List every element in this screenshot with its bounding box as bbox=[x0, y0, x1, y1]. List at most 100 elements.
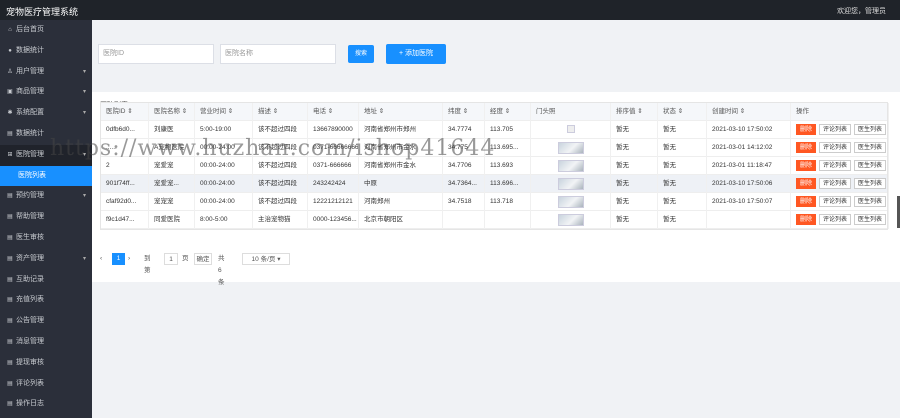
doctor-list-button[interactable]: 医生列表 bbox=[854, 214, 887, 225]
notice-icon: ▤ bbox=[7, 318, 13, 325]
table-row[interactable]: 901f74ff... 宠爱宠... 00:00-24:00 该不超过四段 243242… bbox=[101, 175, 889, 193]
sidebar-item-15[interactable]: ▤ 消息管理 bbox=[0, 332, 92, 353]
watermark: https://www.huzhan.com/ishop41644 bbox=[50, 136, 496, 161]
sidebar-item-0[interactable]: ⌂ 后台首页 bbox=[0, 20, 92, 41]
table-cell: 暂无 bbox=[658, 139, 707, 157]
confirm-page-button[interactable]: 确定 bbox=[194, 253, 212, 265]
page-size-select[interactable]: 10 条/页 ▾ bbox=[242, 253, 290, 265]
table-row[interactable]: f9c1d47... 同爱医院 8:00-5:00 主治宠物猫 0000-123456.… bbox=[101, 211, 889, 229]
table-cell: 243242424 bbox=[308, 175, 359, 193]
sidebar-item-label: 提现审核 bbox=[16, 358, 44, 366]
storefront-thumbnail[interactable] bbox=[566, 125, 575, 133]
storefront-thumbnail[interactable] bbox=[557, 142, 584, 154]
withdraw-icon: ▤ bbox=[7, 359, 13, 366]
sidebar-item-1[interactable]: ● 数据统计 bbox=[0, 41, 92, 62]
hospital-icon: ⊞ bbox=[7, 151, 13, 158]
comment-list-button[interactable]: 评论列表 bbox=[819, 196, 852, 207]
table-cell: 暂无 bbox=[658, 211, 707, 229]
table-cell bbox=[485, 211, 531, 229]
comment-list-button[interactable]: 评论列表 bbox=[819, 124, 852, 135]
total-count: 共 6 条 bbox=[218, 255, 225, 286]
sidebar-item-14[interactable]: ▤ 公告管理 bbox=[0, 311, 92, 332]
comment-list-button[interactable]: 评论列表 bbox=[819, 178, 852, 189]
table-cell: 该不超过四段 bbox=[253, 193, 308, 211]
column-header[interactable]: 经度 ⇕ bbox=[485, 103, 531, 121]
search-button[interactable]: 搜索 bbox=[348, 45, 374, 63]
prev-page-button[interactable]: ‹ bbox=[100, 253, 110, 265]
delete-button[interactable]: 删除 bbox=[796, 178, 817, 189]
delete-button[interactable]: 删除 bbox=[796, 124, 817, 135]
hospital-name-input[interactable]: 医院名称 bbox=[220, 44, 336, 64]
row-actions: 删除 评论列表 医生列表 bbox=[791, 157, 889, 175]
comment-list-button[interactable]: 评论列表 bbox=[819, 142, 852, 153]
next-page-button[interactable]: › bbox=[128, 253, 136, 265]
sidebar-item-2[interactable]: ♙ 用户管理 ▾ bbox=[0, 62, 92, 83]
table-cell: 中原 bbox=[359, 175, 443, 193]
sidebar-item-11[interactable]: ▤ 资产管理 ▾ bbox=[0, 249, 92, 270]
home-icon: ⌂ bbox=[8, 27, 12, 33]
column-header[interactable]: 医院ID ⇕ bbox=[101, 103, 149, 121]
column-header[interactable]: 纬度 ⇕ bbox=[443, 103, 485, 121]
message-icon: ▤ bbox=[7, 338, 13, 345]
sidebar-item-label: 评论列表 bbox=[16, 379, 44, 387]
sidebar-item-label: 消息管理 bbox=[16, 337, 44, 345]
table-cell: 河南郑州 bbox=[359, 193, 443, 211]
sidebar-item-label: 商品管理 bbox=[16, 88, 44, 96]
column-header[interactable]: 营业时间 ⇕ bbox=[195, 103, 253, 121]
doctor-list-button[interactable]: 医生列表 bbox=[854, 178, 887, 189]
delete-button[interactable]: 删除 bbox=[796, 196, 817, 207]
asset-icon: ▤ bbox=[7, 255, 13, 262]
table-row[interactable]: cfaf92d0... 宠宠宠 00:00-24:00 该不超过四段 122212121… bbox=[101, 193, 889, 211]
table-cell: 2021-03-10 17:50:07 bbox=[707, 193, 791, 211]
dot-icon: ● bbox=[8, 47, 12, 54]
sidebar-item-16[interactable]: ▤ 提现审核 bbox=[0, 353, 92, 374]
column-header[interactable]: 医院名称 ⇕ bbox=[149, 103, 195, 121]
delete-button[interactable]: 删除 bbox=[796, 160, 817, 171]
sidebar-item-3[interactable]: ▣ 商品管理 ▾ bbox=[0, 82, 92, 103]
doctor-list-button[interactable]: 医生列表 bbox=[854, 142, 887, 153]
sidebar-item-4[interactable]: ✱ 系统配置 ▾ bbox=[0, 103, 92, 124]
sidebar-item-8[interactable]: ▤ 预约管理 ▾ bbox=[0, 186, 92, 207]
top-bar: 宠物医疗管理系统 欢迎您，管理员 bbox=[0, 0, 900, 20]
add-hospital-button[interactable]: + 添加医院 bbox=[386, 44, 446, 64]
column-header[interactable]: 描述 ⇕ bbox=[253, 103, 308, 121]
row-actions: 删除 评论列表 医生列表 bbox=[791, 211, 889, 229]
sidebar-item-18[interactable]: ▤ 操作日志 bbox=[0, 394, 92, 415]
sidebar-item-12[interactable]: ▤ 互助记录 bbox=[0, 270, 92, 291]
storefront-thumbnail[interactable] bbox=[557, 178, 584, 190]
table-cell: 2021-03-10 17:50:02 bbox=[707, 121, 791, 139]
table-cell: 113.696... bbox=[485, 175, 531, 193]
sidebar-item-10[interactable]: ▤ 医生审核 bbox=[0, 228, 92, 249]
sidebar-item-label: 资产管理 bbox=[16, 254, 44, 262]
comment-list-button[interactable]: 评论列表 bbox=[819, 214, 852, 225]
chevron-down-icon: ▾ bbox=[82, 193, 86, 200]
doctor-list-button[interactable]: 医生列表 bbox=[854, 124, 887, 135]
sidebar-item-17[interactable]: ▤ 评论列表 bbox=[0, 374, 92, 395]
comment-list-button[interactable]: 评论列表 bbox=[819, 160, 852, 171]
doctor-list-button[interactable]: 医生列表 bbox=[854, 196, 887, 207]
table-cell: 34.7364... bbox=[443, 175, 485, 193]
storefront-thumbnail[interactable] bbox=[557, 196, 584, 208]
comment-icon: ▤ bbox=[7, 380, 13, 387]
page-input[interactable]: 1 bbox=[164, 253, 178, 265]
storefront-thumbnail[interactable] bbox=[557, 214, 584, 226]
delete-button[interactable]: 删除 bbox=[796, 214, 817, 225]
column-header[interactable]: 电话 ⇕ bbox=[308, 103, 359, 121]
column-header[interactable]: 排序值 ⇕ bbox=[611, 103, 658, 121]
hospital-id-input[interactable]: 医院ID bbox=[98, 44, 214, 64]
storefront-thumbnail[interactable] bbox=[557, 160, 584, 172]
doctor-list-button[interactable]: 医生列表 bbox=[854, 160, 887, 171]
sidebar-item-13[interactable]: ▤ 充值列表 bbox=[0, 290, 92, 311]
user-menu[interactable]: 欢迎您，管理员 bbox=[837, 6, 886, 16]
current-page[interactable]: 1 bbox=[112, 253, 125, 265]
sidebar-item-label: 医生审核 bbox=[16, 233, 44, 241]
column-header[interactable]: 门头照 bbox=[531, 103, 611, 121]
sidebar-item-9[interactable]: ▤ 帮助管理 bbox=[0, 207, 92, 228]
delete-button[interactable]: 删除 bbox=[796, 142, 817, 153]
column-header[interactable]: 操作 bbox=[791, 103, 889, 121]
column-header[interactable]: 状态 ⇕ bbox=[658, 103, 707, 121]
sidebar-item-7[interactable]: 医院列表 bbox=[0, 165, 92, 187]
column-header[interactable]: 地址 ⇕ bbox=[359, 103, 443, 121]
storefront-photo-cell bbox=[531, 193, 611, 211]
column-header[interactable]: 创建时间 ⇕ bbox=[707, 103, 791, 121]
